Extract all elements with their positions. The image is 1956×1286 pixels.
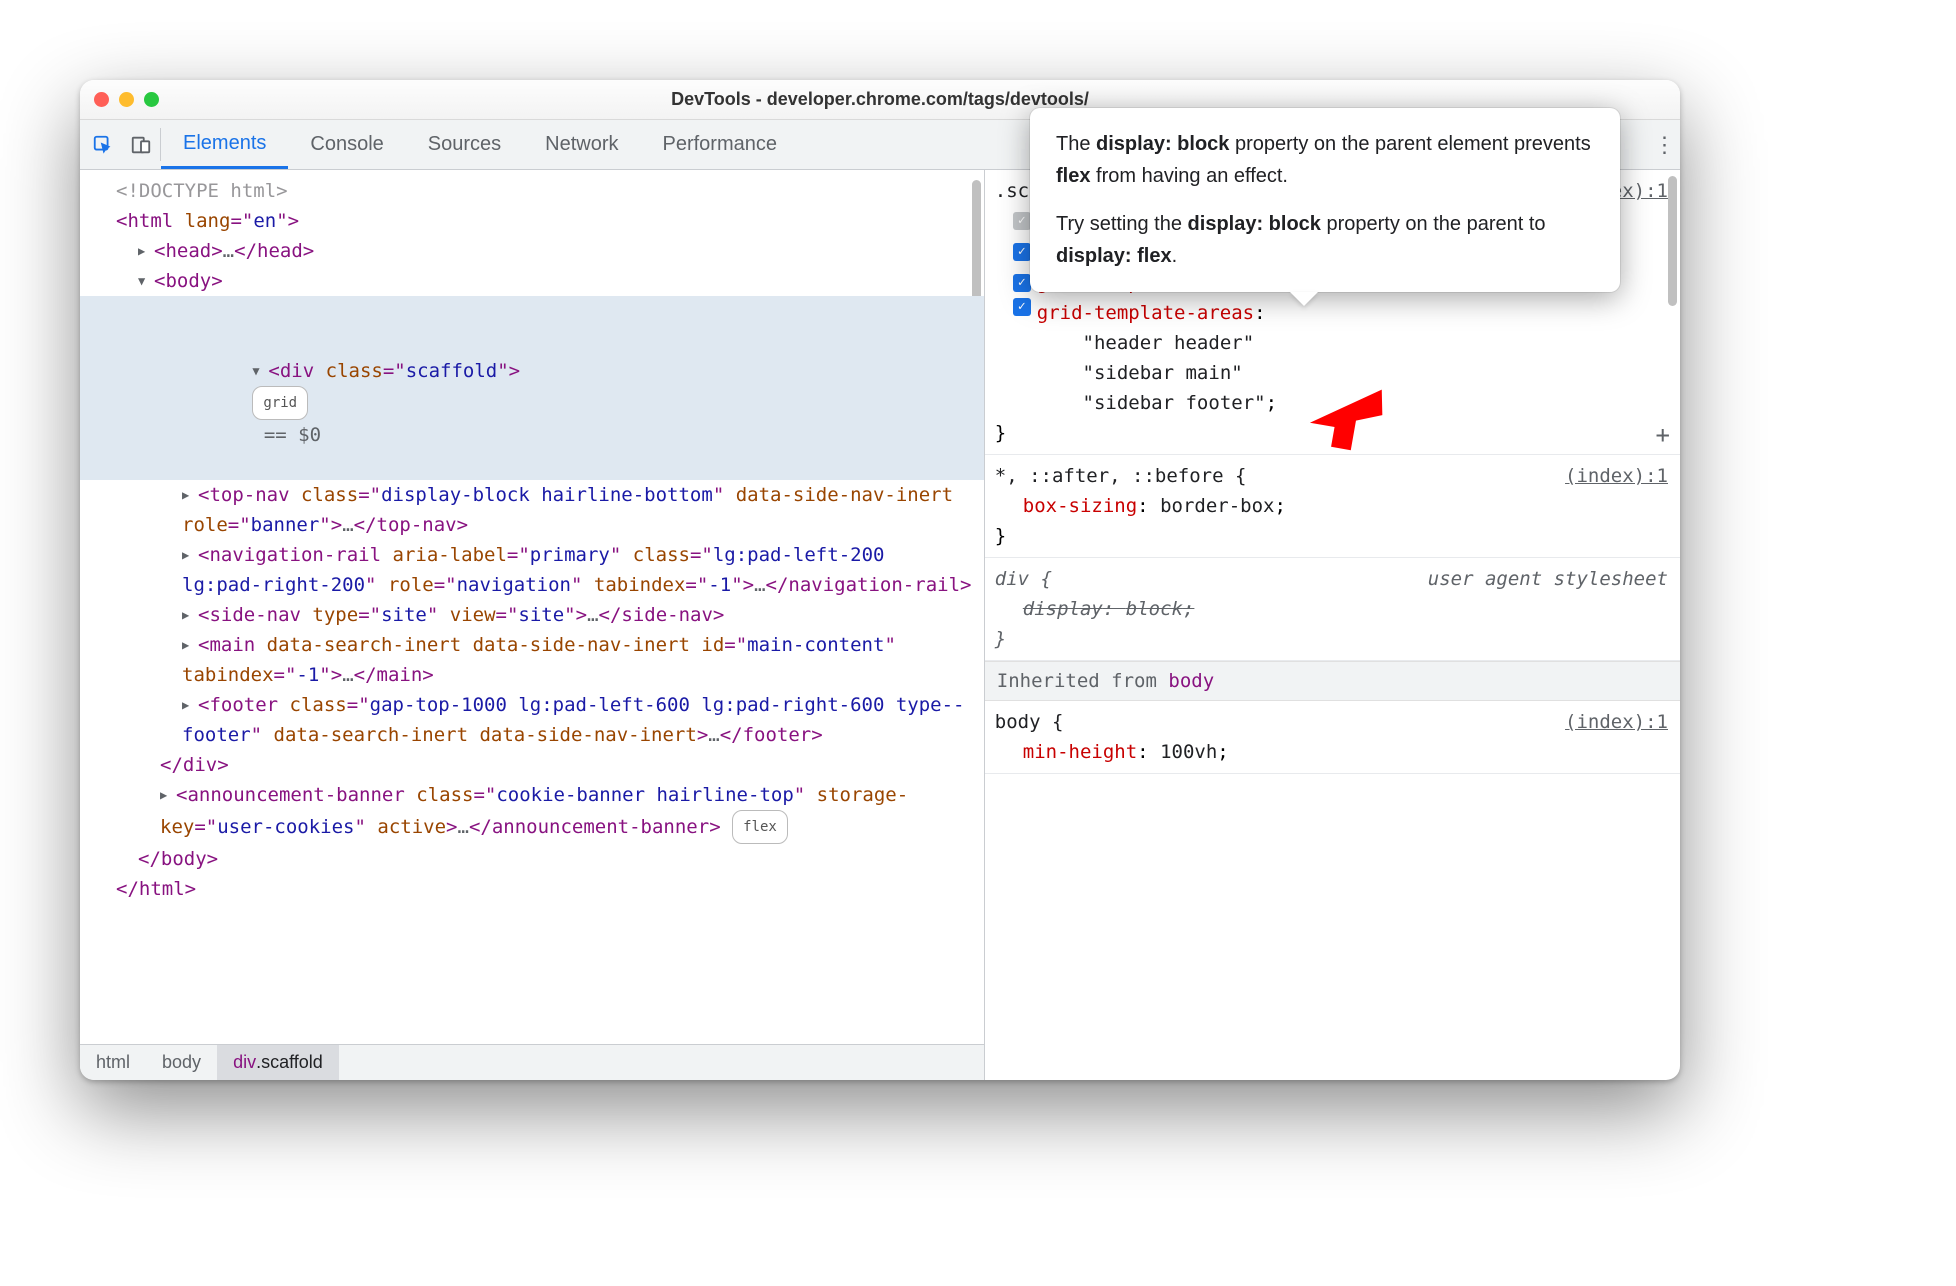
checkbox-icon[interactable]: [1013, 243, 1031, 261]
sidenav-node[interactable]: <side-nav type="site" view="site">…</sid…: [182, 600, 984, 630]
topnav-node[interactable]: <top-nav class="display-block hairline-b…: [182, 480, 984, 540]
expand-icon[interactable]: [182, 630, 196, 660]
crumb-body[interactable]: body: [146, 1045, 217, 1080]
window-title: DevTools - developer.chrome.com/tags/dev…: [80, 89, 1680, 110]
main-node[interactable]: <main data-search-inert data-side-nav-in…: [182, 630, 984, 690]
rule-close: }: [995, 418, 1668, 448]
decl-min-height[interactable]: min-height: 100vh;: [995, 737, 1668, 767]
style-rule-universal[interactable]: *, ::after, ::before { (index):1 box-siz…: [985, 455, 1680, 558]
traffic-lights: [94, 92, 159, 107]
body-close[interactable]: </body>: [138, 844, 984, 874]
div-close[interactable]: </div>: [160, 750, 984, 780]
expand-icon[interactable]: [182, 480, 196, 510]
expand-icon[interactable]: [138, 266, 152, 296]
tab-console[interactable]: Console: [288, 120, 405, 169]
more-menu-icon[interactable]: ⋮: [1650, 120, 1680, 169]
minimize-icon[interactable]: [119, 92, 134, 107]
device-toolbar-icon[interactable]: [122, 120, 160, 169]
tab-performance[interactable]: Performance: [641, 120, 800, 169]
styles-panel[interactable]: .scaffold { (index):1 flex:auto; i displ…: [985, 170, 1680, 1080]
selected-node[interactable]: ••• <div class="scaffold"> grid == $0: [80, 296, 984, 480]
footer-node[interactable]: <footer class="gap-top-1000 lg:pad-left-…: [182, 690, 984, 750]
html-open[interactable]: <html lang="en">: [116, 206, 984, 236]
equals-dollar-zero: == $0: [264, 424, 321, 446]
selector-text: *, ::after, ::before {: [995, 461, 1247, 491]
tab-elements[interactable]: Elements: [161, 120, 288, 169]
html-close[interactable]: </html>: [116, 874, 984, 904]
selector-text: body {: [995, 707, 1064, 737]
decl-gta[interactable]: grid-template-areas: "header header" "si…: [995, 298, 1668, 418]
checkbox-icon[interactable]: [1013, 274, 1031, 292]
checkbox-icon[interactable]: [1013, 298, 1031, 316]
info-tooltip: The display: block property on the paren…: [1030, 108, 1620, 292]
crumb-div-scaffold[interactable]: div.scaffold: [217, 1045, 339, 1080]
expand-icon[interactable]: [182, 600, 196, 630]
expand-icon[interactable]: [182, 690, 196, 720]
body-open[interactable]: <body>: [138, 266, 984, 296]
selector-text: div {: [995, 564, 1052, 594]
navrail-node[interactable]: <navigation-rail aria-label="primary" cl…: [182, 540, 984, 600]
elements-panel: <!DOCTYPE html> <html lang="en"> <head>……: [80, 170, 985, 1080]
source-link: user agent stylesheet: [1428, 564, 1668, 594]
rule-close: }: [995, 624, 1668, 654]
inspect-element-icon[interactable]: [84, 120, 122, 169]
source-link[interactable]: (index):1: [1565, 461, 1668, 491]
expand-icon[interactable]: [160, 780, 174, 810]
inherited-from-header: Inherited from body: [985, 661, 1680, 701]
grid-badge[interactable]: grid: [252, 386, 308, 420]
tab-network[interactable]: Network: [523, 120, 640, 169]
doctype-node: <!DOCTYPE html>: [116, 180, 288, 202]
rule-close: }: [995, 521, 1668, 551]
flex-badge[interactable]: flex: [732, 810, 788, 844]
style-rule-div-ua[interactable]: div { user agent stylesheet display: blo…: [985, 558, 1680, 661]
breadcrumbs: html body div.scaffold: [80, 1044, 984, 1080]
zoom-icon[interactable]: [144, 92, 159, 107]
expand-icon[interactable]: [252, 356, 266, 386]
tab-sources[interactable]: Sources: [406, 120, 523, 169]
expand-icon[interactable]: [182, 540, 196, 570]
close-icon[interactable]: [94, 92, 109, 107]
decl-box-sizing[interactable]: box-sizing: border-box;: [995, 491, 1668, 521]
head-node[interactable]: <head>…</head>: [138, 236, 984, 266]
add-declaration-icon[interactable]: +: [1656, 420, 1670, 450]
checkbox-icon[interactable]: [1013, 212, 1031, 230]
dom-tree[interactable]: <!DOCTYPE html> <html lang="en"> <head>……: [80, 170, 984, 1044]
crumb-html[interactable]: html: [80, 1045, 146, 1080]
style-rule-body[interactable]: body { (index):1 min-height: 100vh;: [985, 701, 1680, 774]
source-link[interactable]: (index):1: [1565, 707, 1668, 737]
expand-icon[interactable]: [138, 236, 152, 266]
decl-display-block[interactable]: display: block;: [995, 594, 1668, 624]
banner-node[interactable]: <announcement-banner class="cookie-banne…: [160, 780, 984, 844]
